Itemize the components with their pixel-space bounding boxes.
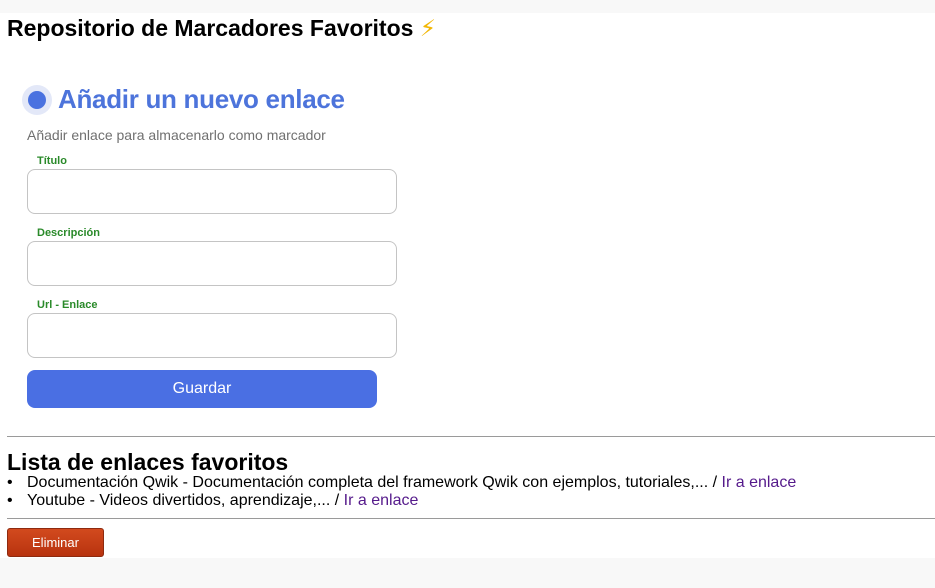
- page: Repositorio de Marcadores Favoritos ⚡ Añ…: [0, 0, 935, 588]
- form-title: Añadir un nuevo enlace: [58, 84, 345, 114]
- go-to-link[interactable]: Ir a enlace: [722, 474, 797, 491]
- url-label: Url - Enlace: [37, 299, 98, 311]
- page-title-text: Repositorio de Marcadores Favoritos: [7, 15, 414, 41]
- list-item-text: Documentación Qwik - Documentación compl…: [27, 474, 718, 491]
- bullet-icon: •: [7, 474, 13, 491]
- url-input[interactable]: [27, 313, 397, 358]
- main-content: Repositorio de Marcadores Favoritos ⚡ Añ…: [0, 13, 935, 558]
- page-title: Repositorio de Marcadores Favoritos ⚡: [7, 15, 436, 42]
- form-subtitle: Añadir enlace para almacenarlo como marc…: [27, 127, 326, 143]
- divider-bottom: [7, 518, 935, 519]
- form-dot-icon: [22, 84, 52, 115]
- save-button[interactable]: Guardar: [27, 370, 377, 408]
- list-item-text: Youtube - Videos divertidos, aprendizaje…: [27, 492, 340, 509]
- title-label: Título: [37, 155, 67, 167]
- bullet-icon: •: [7, 492, 13, 509]
- list-item: • Documentación Qwik - Documentación comp…: [7, 474, 796, 492]
- list-item: • Youtube - Videos divertidos, aprendizaj…: [7, 492, 796, 510]
- description-input[interactable]: [27, 241, 397, 286]
- lightning-icon: ⚡: [419, 15, 436, 41]
- divider-top: [7, 436, 935, 437]
- description-label: Descripción: [37, 227, 100, 239]
- title-input[interactable]: [27, 169, 397, 214]
- form-header: Añadir un nuevo enlace: [22, 84, 345, 115]
- go-to-link[interactable]: Ir a enlace: [344, 492, 419, 509]
- bookmark-list: • Documentación Qwik - Documentación comp…: [7, 474, 796, 510]
- list-title: Lista de enlaces favoritos: [7, 449, 289, 475]
- delete-button[interactable]: Eliminar: [7, 528, 104, 557]
